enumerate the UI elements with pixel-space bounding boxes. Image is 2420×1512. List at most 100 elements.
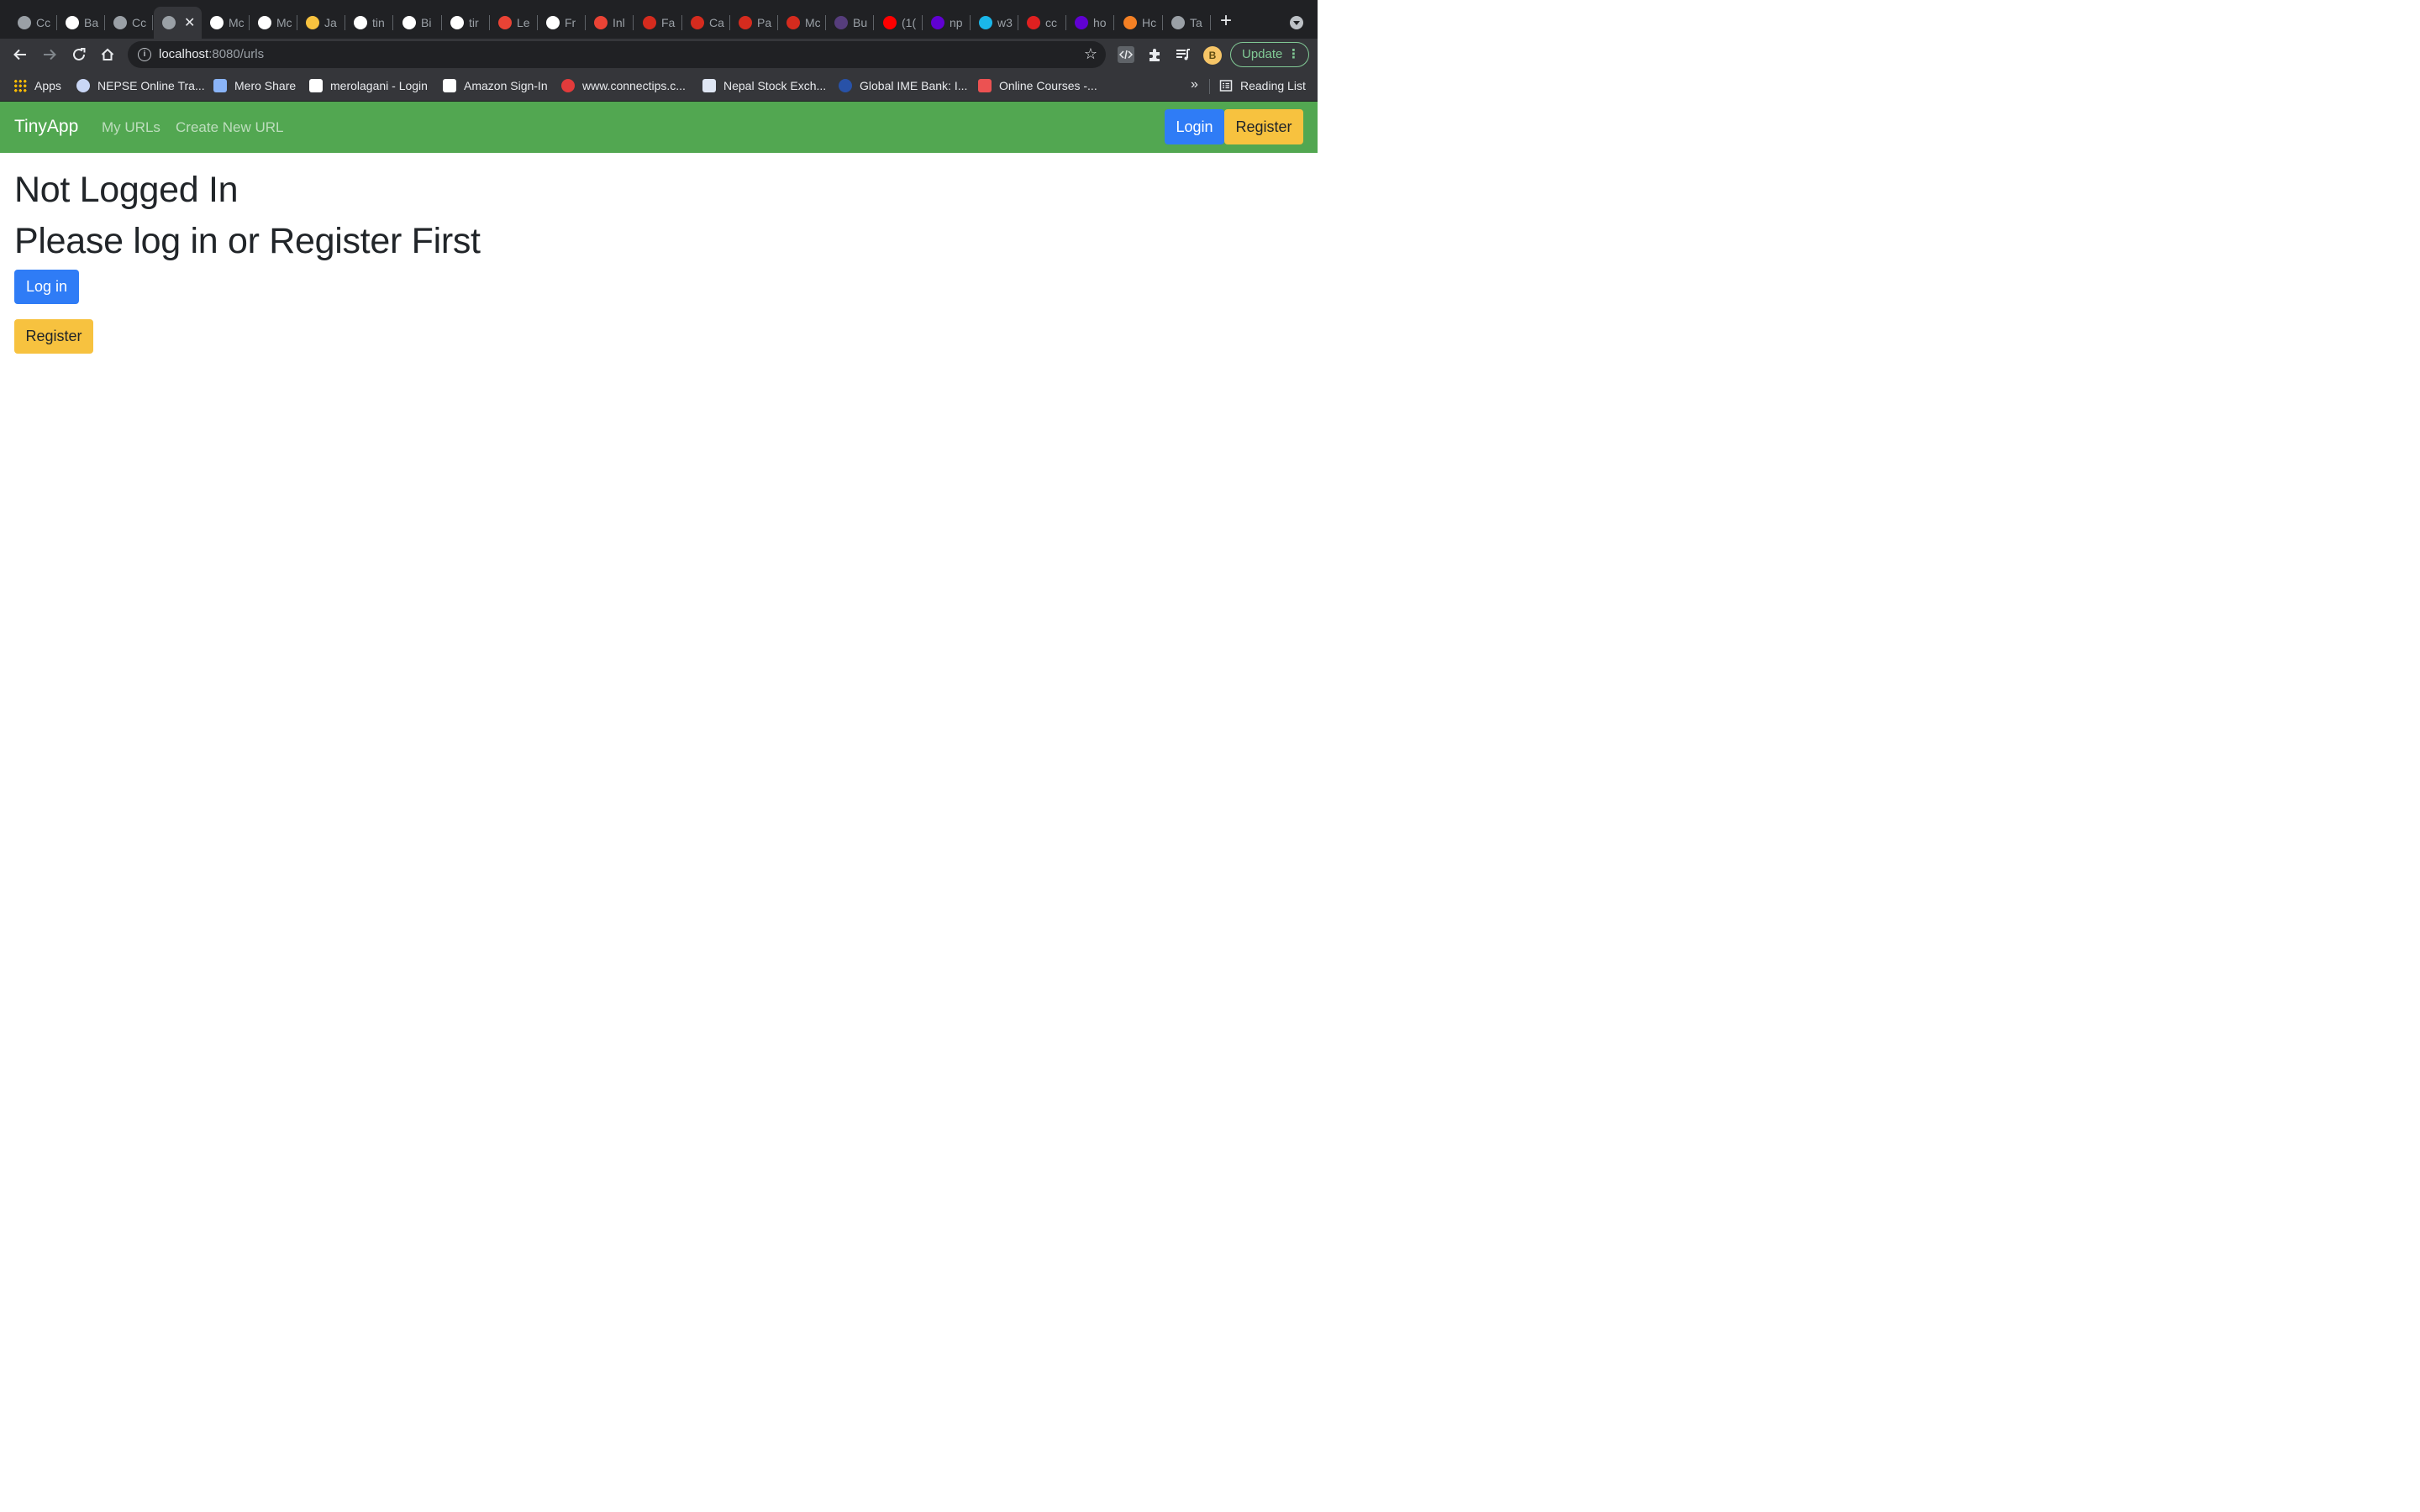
bookmark-label: NEPSE Online Tra... — [97, 79, 205, 92]
browser-tab[interactable]: tir — [442, 7, 490, 39]
github-icon — [402, 16, 416, 29]
amazon-icon — [443, 79, 456, 92]
tab-separator — [1113, 15, 1114, 30]
media-queue-icon[interactable] — [1175, 46, 1192, 63]
tab-title: Inl — [613, 16, 625, 29]
browser-tab[interactable]: Ja — [297, 7, 345, 39]
github-globe-icon — [18, 16, 31, 29]
address-bar[interactable]: i localhost:8080/urls ☆ — [128, 41, 1106, 68]
nepal-stock-icon — [702, 79, 716, 92]
page-subtitle: Please log in or Register First — [14, 221, 481, 261]
browser-tab[interactable]: Fr — [538, 7, 586, 39]
forward-button[interactable] — [39, 44, 60, 66]
napkin-icon — [1027, 16, 1040, 29]
navbar-login-button[interactable]: Login — [1165, 109, 1224, 144]
nav-link-create-new-url[interactable]: Create New URL — [176, 119, 284, 136]
browser-tab[interactable]: Cc — [105, 7, 153, 39]
browser-tab[interactable]: Mc — [778, 7, 826, 39]
tab-search-icon[interactable] — [1290, 16, 1303, 29]
bookmark-item[interactable]: NEPSE Online Tra... — [76, 78, 205, 93]
browser-toolbar: i localhost:8080/urls ☆ B Update ⋮ — [0, 39, 1318, 71]
bookmark-label: merolagani - Login — [330, 79, 428, 92]
bookmarks-overflow-chevron-icon[interactable]: » — [1191, 77, 1198, 92]
url-host: localhost — [159, 47, 209, 61]
nav-link-my-urls[interactable]: My URLs — [102, 119, 160, 136]
apple-icon — [1171, 16, 1185, 29]
browser-tab[interactable]: Bu — [826, 7, 874, 39]
browser-tab[interactable]: Bi — [394, 7, 442, 39]
home-button[interactable] — [97, 44, 118, 66]
app-brand[interactable]: TinyApp — [14, 117, 78, 137]
bookmark-item[interactable]: Online Courses -... — [978, 78, 1097, 93]
bookmark-item[interactable]: Mero Share — [213, 78, 296, 93]
bookmark-item[interactable]: merolagani - Login — [309, 78, 428, 93]
update-label: Update — [1242, 47, 1283, 61]
back-button[interactable] — [9, 44, 31, 66]
bookmark-item[interactable]: Nepal Stock Exch... — [702, 78, 826, 93]
extensions-puzzle-icon[interactable] — [1146, 46, 1163, 63]
tab-separator — [633, 15, 634, 30]
tab-title: Ta — [1190, 16, 1202, 29]
maple-leaf-icon — [643, 16, 656, 29]
browser-tab[interactable]: Inl — [586, 7, 634, 39]
site-info-icon[interactable]: i — [138, 48, 151, 61]
bookmark-label: www.connectips.c... — [582, 79, 686, 92]
browser-tab[interactable]: w3 — [971, 7, 1018, 39]
register-button[interactable]: Register — [14, 319, 93, 354]
browser-tab[interactable]: np — [923, 7, 971, 39]
reload-button[interactable] — [68, 44, 90, 66]
browser-tab[interactable]: tin — [345, 7, 393, 39]
tab-title: Pa — [757, 16, 772, 29]
browser-tab[interactable]: Ba — [57, 7, 105, 39]
login-button[interactable]: Log in — [14, 270, 79, 304]
tab-separator — [873, 15, 874, 30]
tab-title: Cc — [132, 16, 147, 29]
browser-tab[interactable]: Mc — [202, 7, 250, 39]
tab-title: Ba — [84, 16, 99, 29]
browser-tab[interactable]: Ca — [682, 7, 730, 39]
browser-tab[interactable]: (1( — [875, 7, 923, 39]
browser-tab[interactable]: ✕ — [154, 7, 202, 39]
browser-tab[interactable]: Pa — [730, 7, 778, 39]
new-tab-button[interactable]: + — [1217, 11, 1235, 31]
tab-title: np — [950, 16, 963, 29]
tab-separator — [392, 15, 393, 30]
page-title: Not Logged In — [14, 170, 239, 210]
profile-avatar[interactable]: B — [1203, 46, 1222, 65]
tab-title: tin — [372, 16, 385, 29]
kebab-menu-icon[interactable]: ⋮ — [1287, 43, 1300, 66]
tab-title: ho — [1093, 16, 1107, 29]
tab-title: Bi — [421, 16, 432, 29]
nepse-icon — [76, 79, 90, 92]
browser-tab[interactable]: Hc — [1115, 7, 1163, 39]
address-url[interactable]: localhost:8080/urls — [159, 47, 264, 61]
tab-title: tir — [469, 16, 479, 29]
bookmark-star-icon[interactable]: ☆ — [1084, 45, 1097, 63]
connectips-icon — [561, 79, 575, 92]
browser-tab[interactable]: cc — [1018, 7, 1066, 39]
browser-tab[interactable]: Fa — [634, 7, 682, 39]
bookmark-label: Online Courses -... — [999, 79, 1097, 92]
bookmark-item[interactable]: Global IME Bank: I... — [839, 78, 967, 93]
browser-tab[interactable]: ho — [1066, 7, 1114, 39]
home-icon — [101, 48, 114, 60]
bookmark-item[interactable]: Apps — [13, 78, 61, 93]
browser-tab[interactable]: Ta — [1163, 7, 1211, 39]
browser-tab[interactable]: Le — [490, 7, 538, 39]
navbar-register-button[interactable]: Register — [1224, 109, 1303, 144]
browser-tab[interactable]: Cc — [9, 7, 57, 39]
bookmark-item[interactable]: Amazon Sign-In — [443, 78, 548, 93]
reading-list-button[interactable]: Reading List — [1219, 78, 1306, 93]
close-tab-icon[interactable]: ✕ — [184, 14, 195, 31]
web-developer-extension-icon[interactable] — [1118, 46, 1134, 63]
tab-title: Cc — [36, 16, 51, 29]
bookmarks-bar: » Reading List Apps NEPSE Online Tra... Me… — [0, 71, 1318, 102]
back-arrow-icon — [13, 49, 26, 60]
reading-list-label: Reading List — [1240, 79, 1306, 92]
tab-title: Ja — [324, 16, 337, 29]
bookmark-item[interactable]: www.connectips.c... — [561, 78, 686, 93]
bookmarks-divider — [1209, 79, 1210, 94]
browser-tab[interactable]: Mc — [250, 7, 297, 39]
update-button[interactable]: Update ⋮ — [1230, 42, 1309, 67]
tab-title: cc — [1045, 16, 1057, 29]
